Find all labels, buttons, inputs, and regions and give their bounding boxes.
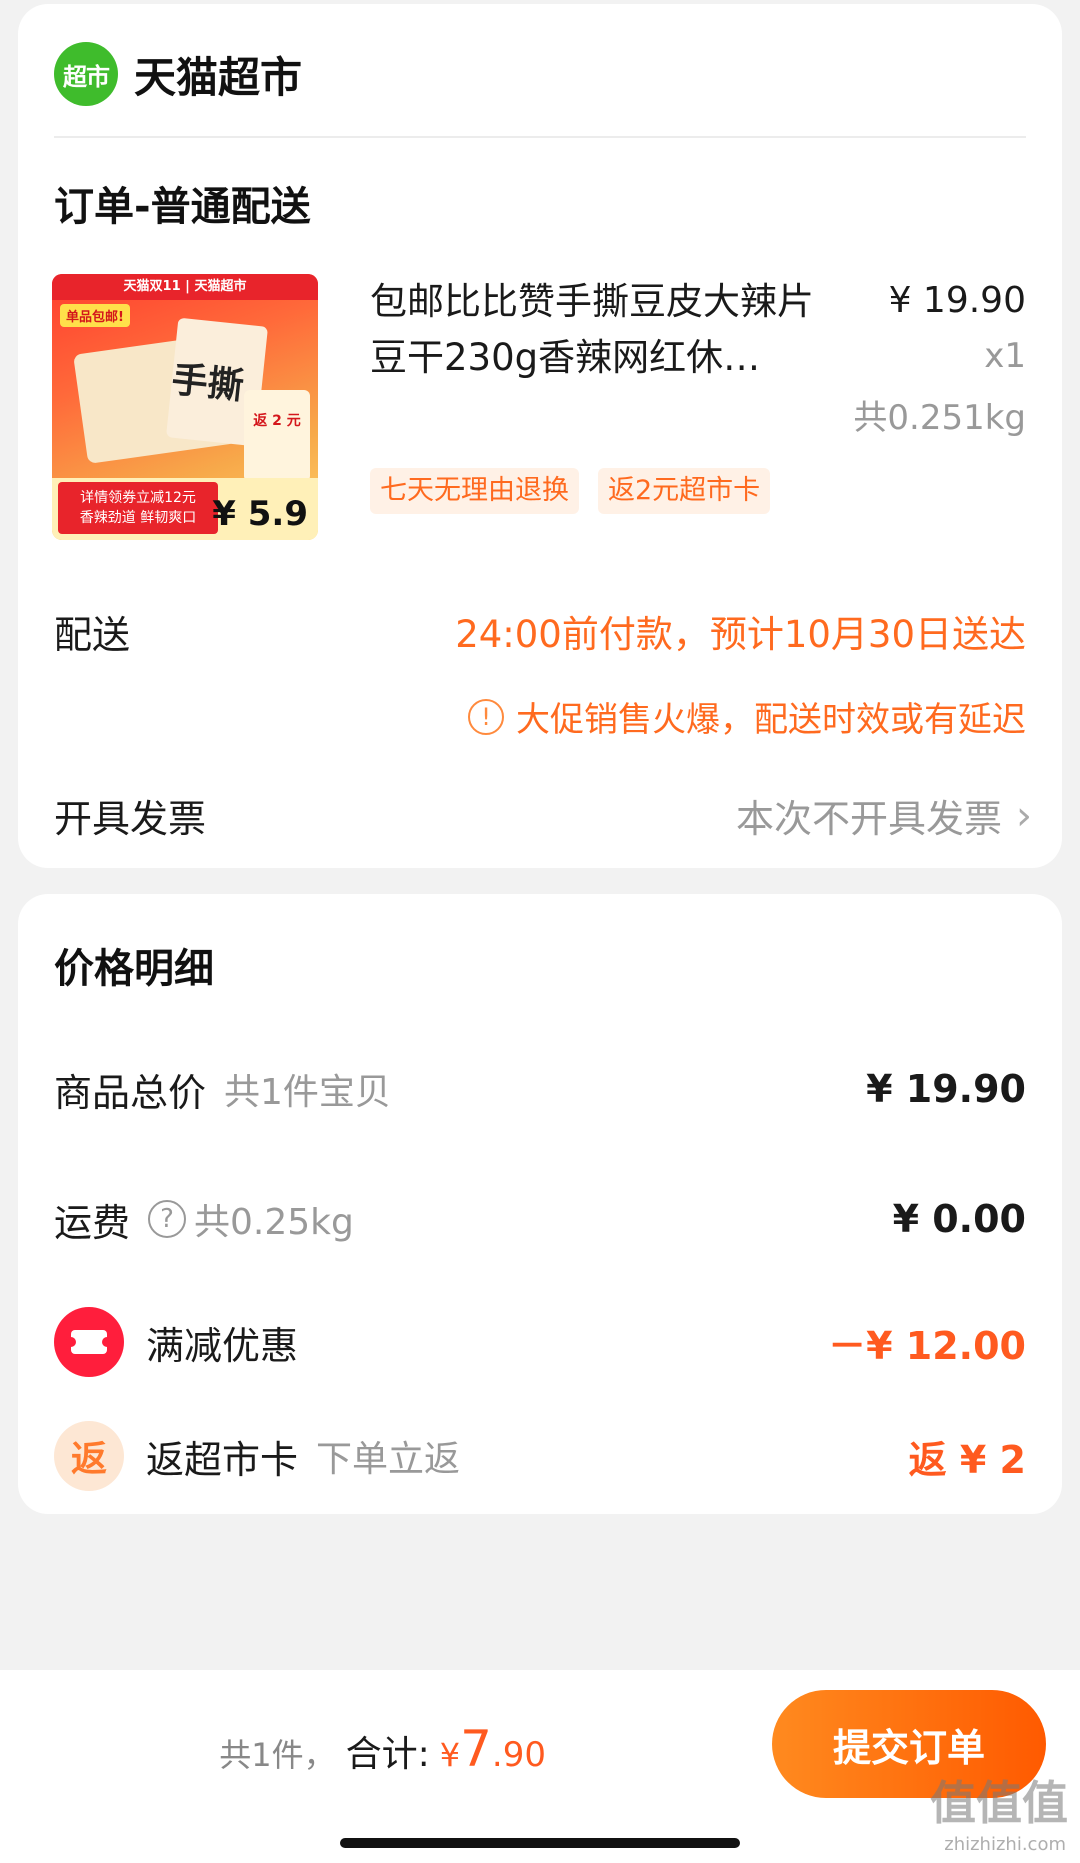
store-header[interactable]: 超市 天猫超市: [54, 40, 302, 108]
delivery-warning: ! 大促销售火爆，配送时效或有延迟: [468, 692, 1026, 741]
image-promo-line: 详情领券立减12元: [80, 490, 196, 506]
discount-value: －¥ 12.00: [828, 1323, 1026, 1368]
shipping-value: ¥ 0.00: [892, 1197, 1026, 1241]
invoice-selector[interactable]: 本次不开具发票 ›: [736, 788, 1032, 843]
chevron-right-icon: ›: [1016, 792, 1032, 839]
image-pack-text: 手撕: [169, 359, 246, 408]
shipping-label: 运费: [54, 1200, 131, 1245]
store-name: 天猫超市: [134, 52, 303, 102]
store-logo: 超市: [54, 42, 118, 106]
delivery-warning-text: 大促销售火爆，配送时效或有延迟: [516, 700, 1026, 740]
delivery-label: 配送: [54, 613, 131, 657]
total-amount: 7: [460, 1720, 492, 1778]
divider: [54, 136, 1026, 138]
question-icon[interactable]: ?: [148, 1200, 187, 1238]
image-badge: 单品包邮!: [60, 304, 130, 327]
order-section-title: 订单-普通配送: [54, 184, 311, 230]
currency-symbol: ¥: [439, 1736, 461, 1774]
order-card: 超市 天猫超市 订单-普通配送 天猫双11 | 天猫超市 单品包邮! 手撕 返 …: [18, 4, 1062, 868]
cashback-label: 返超市卡: [146, 1437, 299, 1482]
exclamation-icon: !: [468, 698, 504, 735]
image-bottom-band: 详情领券立减12元 香辣劲道 鲜韧爽口 ¥ 5.9: [52, 478, 318, 540]
discount-row[interactable]: 满减优惠 －¥ 12.00: [54, 1306, 1026, 1378]
watermark: 值值值: [930, 1776, 1068, 1830]
order-summary: 共1件， 合计: ¥ 7 .90: [219, 1720, 546, 1778]
cashback-sub: 下单立返: [316, 1439, 461, 1480]
shipping-row: 运费 ? 共0.25kg ¥ 0.00: [54, 1194, 1026, 1245]
cashback-icon: 返: [54, 1421, 124, 1491]
goods-total-row: 商品总价 共1件宝贝 ¥ 19.90: [54, 1064, 1026, 1115]
shipping-weight: 共0.25kg: [194, 1202, 354, 1243]
discount-label: 满减优惠: [146, 1323, 299, 1368]
image-promo-line: 香辣劲道 鲜韧爽口: [79, 510, 197, 526]
cashback-value: 返 ¥ 2: [908, 1437, 1026, 1482]
image-bottom-promo: 详情领券立减12元 香辣劲道 鲜韧爽口: [58, 482, 218, 534]
product-quantity: x1: [984, 336, 1026, 376]
goods-total-value: ¥ 19.90: [866, 1067, 1026, 1111]
watermark-url: zhizhizhi.com: [944, 1834, 1066, 1855]
price-detail-title: 价格明细: [54, 946, 214, 992]
total-cents: .90: [491, 1735, 546, 1775]
goods-total-label: 商品总价: [54, 1070, 207, 1115]
image-top-banner: 天猫双11 | 天猫超市: [52, 274, 318, 300]
invoice-value: 本次不开具发票: [735, 797, 1002, 841]
image-panel: 返 2 元: [244, 390, 310, 482]
cashback-tag: 返2元超市卡: [598, 468, 771, 514]
cashback-row: 返 返超市卡 下单立返 返 ¥ 2: [54, 1420, 1026, 1492]
coupon-icon: [54, 1307, 124, 1377]
invoice-label: 开具发票: [54, 797, 207, 841]
product-price: ¥ 19.90: [888, 280, 1026, 321]
delivery-estimate: 24:00前付款，预计10月30日送达: [455, 613, 1026, 656]
product-image[interactable]: 天猫双11 | 天猫超市 单品包邮! 手撕 返 2 元 详情领券立减12元 香辣…: [52, 274, 318, 540]
product-weight: 共0.251kg: [853, 398, 1026, 438]
image-price: ¥ 5.9: [212, 494, 308, 534]
item-count: 共1件，: [219, 1736, 336, 1774]
return-policy-tag: 七天无理由退换: [370, 468, 579, 514]
home-indicator[interactable]: [340, 1838, 740, 1848]
product-title[interactable]: 包邮比比赞手撕豆皮大辣片豆干230g香辣网红休…: [370, 274, 840, 386]
goods-count: 共1件宝贝: [224, 1072, 391, 1113]
total-label: 合计:: [345, 1734, 430, 1775]
